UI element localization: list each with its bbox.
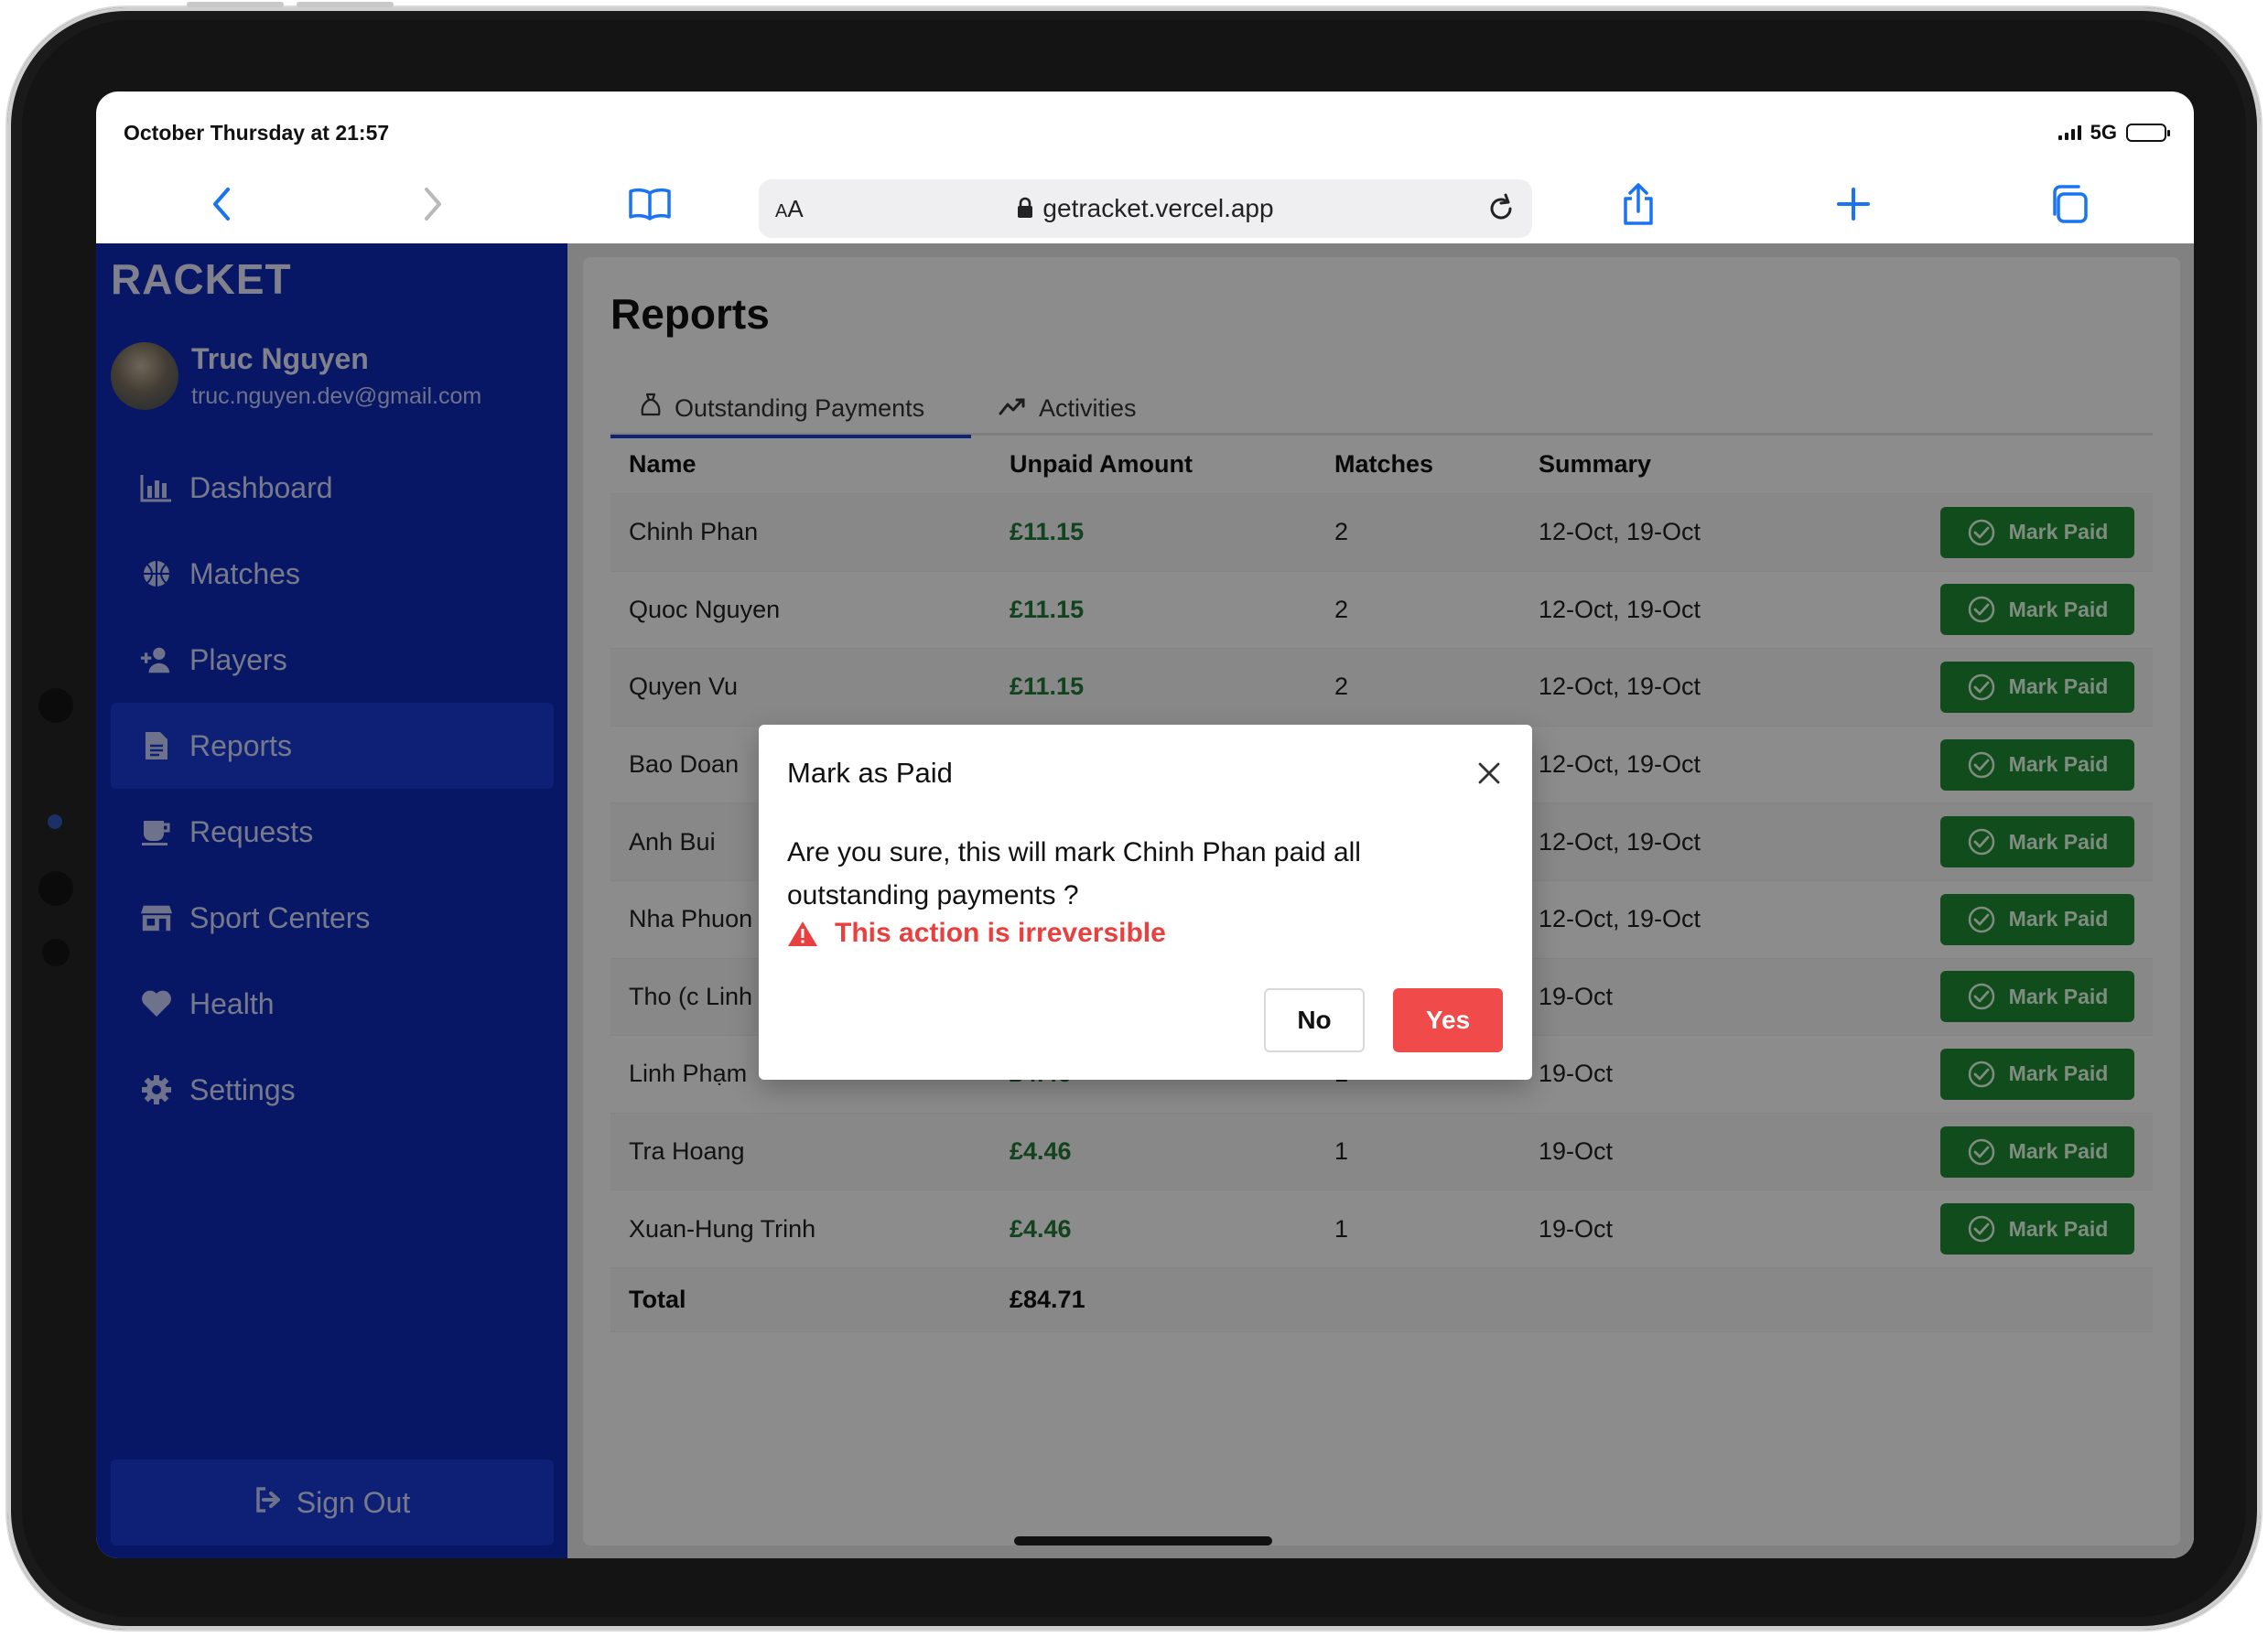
no-button[interactable]: No (1264, 988, 1365, 1052)
url-display: getracket.vercel.app (759, 194, 1532, 223)
tablet-frame: October Thursday at 21:57 5G AA getracke… (7, 2, 2261, 1630)
forward-icon[interactable] (410, 181, 456, 227)
yes-button[interactable]: Yes (1393, 988, 1503, 1052)
battery-icon (2126, 124, 2170, 142)
mark-paid-dialog: Mark as Paid Are you sure, this will mar… (759, 725, 1532, 1080)
close-icon[interactable] (1475, 759, 1503, 787)
sensor-dot (38, 871, 73, 906)
home-indicator[interactable] (1014, 1536, 1272, 1545)
browser-toolbar: AA getracket.vercel.app (96, 161, 2194, 243)
reload-icon[interactable] (1485, 192, 1517, 230)
camera-dot (48, 814, 62, 829)
share-icon[interactable] (1615, 181, 1661, 227)
status-indicators: 5G (2057, 121, 2170, 145)
dialog-warning: This action is irreversible (787, 918, 1166, 949)
sensor-dot (42, 939, 70, 966)
volume-button (297, 2, 394, 7)
new-tab-icon[interactable] (1831, 181, 1876, 227)
status-bar: October Thursday at 21:57 5G (96, 92, 2194, 161)
lock-icon (1018, 197, 1033, 218)
status-time: October Thursday at 21:57 (124, 120, 390, 145)
volume-button (187, 2, 284, 7)
network-label: 5G (2090, 121, 2117, 144)
address-bar[interactable]: AA getracket.vercel.app (759, 179, 1532, 238)
url-text: getracket.vercel.app (1042, 194, 1274, 222)
warning-text: This action is irreversible (835, 918, 1166, 948)
signal-icon (2057, 125, 2081, 140)
dialog-message: Are you sure, this will mark Chinh Phan … (787, 837, 1361, 910)
back-icon[interactable] (199, 181, 244, 227)
sensor-dot (38, 688, 73, 723)
bookmarks-icon[interactable] (627, 181, 673, 227)
tabs-icon[interactable] (2046, 181, 2091, 227)
warning-icon (788, 921, 817, 946)
screen: October Thursday at 21:57 5G AA getracke… (96, 92, 2194, 1558)
dialog-title: Mark as Paid (787, 757, 953, 789)
